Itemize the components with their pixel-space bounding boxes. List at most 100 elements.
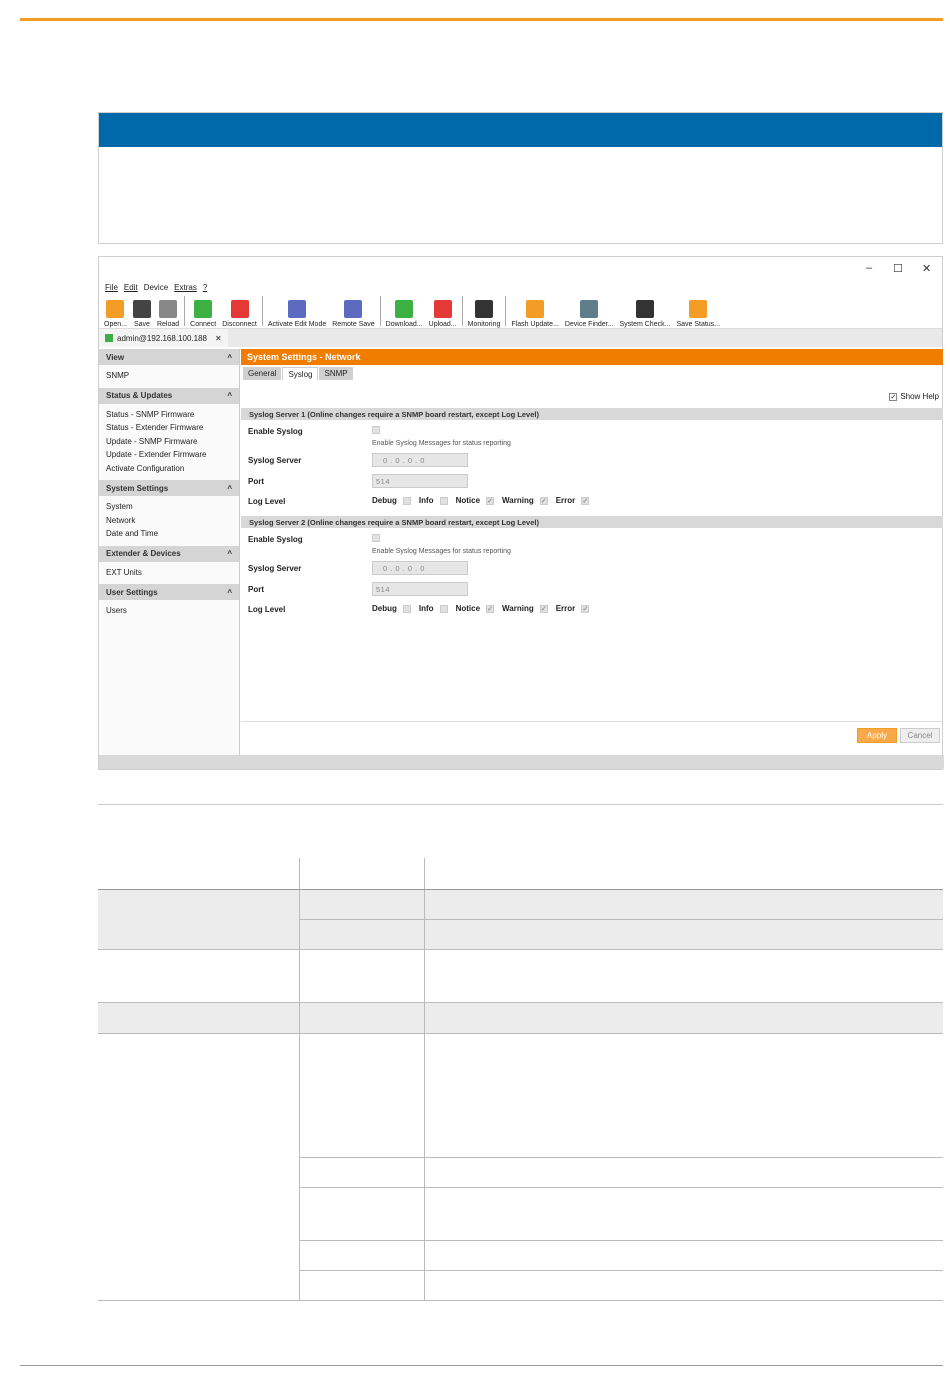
menu-device[interactable]: Device [144, 283, 168, 292]
maximize-icon[interactable]: ☐ [893, 262, 903, 275]
log-level-label: Log Level [248, 497, 286, 506]
sidebar-item[interactable]: System [106, 500, 232, 514]
log-level-warning[interactable]: Warning ✓ [502, 496, 548, 505]
log-level-option-label: Error [555, 496, 576, 505]
sidebar-section-0[interactable]: View ^ [99, 349, 239, 365]
syslog-server-input[interactable]: 0 . 0 . 0 . 0 [372, 561, 468, 575]
log-level-options: Debug Info Notice ✓ Warning ✓ Error ✓ [372, 604, 590, 613]
sidebar-item[interactable]: Update - Extender Firmware [106, 448, 232, 462]
menu-bar: File Edit Device Extras ? [99, 281, 942, 293]
sidebar-item[interactable]: Activate Configuration [106, 462, 232, 476]
chevron-up-icon[interactable]: ^ [227, 484, 232, 493]
toolbar-button-folder[interactable]: Open... [101, 294, 130, 328]
log-level-warning[interactable]: Warning ✓ [502, 604, 548, 613]
sidebar-item[interactable]: Status - Extender Firmware [106, 421, 232, 435]
menu-help[interactable]: ? [203, 283, 207, 292]
show-help-toggle[interactable]: ✓ Show Help [889, 392, 939, 401]
toolbar-button-disconnect[interactable]: Disconnect [219, 294, 260, 328]
tab-close-icon[interactable]: ✕ [215, 334, 222, 343]
menu-edit[interactable]: Edit [124, 283, 138, 292]
cancel-button[interactable]: Cancel [900, 728, 940, 743]
sidebar-item[interactable]: Date and Time [106, 527, 232, 541]
device-tab[interactable]: admin@192.168.100.188 ✕ [99, 329, 228, 347]
log-level-checkbox[interactable] [439, 496, 448, 505]
sidebar-section-4[interactable]: User Settings ^ [99, 584, 239, 600]
log-level-checkbox[interactable]: ✓ [581, 496, 590, 505]
sidebar-item[interactable]: EXT Units [106, 566, 232, 580]
chevron-up-icon[interactable]: ^ [227, 588, 232, 597]
log-level-debug[interactable]: Debug [372, 604, 411, 613]
log-level-option-label: Debug [372, 604, 397, 613]
toolbar-separator [505, 296, 507, 326]
footer-rule [20, 1365, 943, 1366]
log-level-checkbox[interactable]: ✓ [539, 604, 548, 613]
port-input[interactable]: 514 [372, 474, 468, 488]
log-level-checkbox[interactable] [402, 604, 411, 613]
log-level-checkbox[interactable] [439, 604, 448, 613]
log-level-option-label: Notice [455, 604, 481, 613]
toolbar-button-edit-mode[interactable]: Activate Edit Mode [265, 294, 329, 328]
toolbar-button-upload[interactable]: Upload... [426, 294, 460, 328]
toolbar-button-flash-update[interactable]: Flash Update... [508, 294, 561, 328]
chevron-up-icon[interactable]: ^ [227, 549, 232, 558]
divider [98, 804, 943, 805]
sidebar-section-1[interactable]: Status & Updates ^ [99, 387, 239, 404]
toolbar-button-reload[interactable]: Reload [154, 294, 182, 328]
port-input[interactable]: 514 [372, 582, 468, 596]
toolbar-separator [379, 296, 381, 326]
upload-icon [433, 300, 452, 318]
settings-tabs: General Syslog SNMP [241, 365, 943, 380]
tab-snmp[interactable]: SNMP [319, 367, 353, 380]
log-level-info[interactable]: Info [419, 496, 448, 505]
toolbar-button-system-check[interactable]: System Check... [616, 294, 673, 328]
log-level-checkbox[interactable]: ✓ [539, 496, 548, 505]
system-check-icon [635, 300, 654, 318]
toolbar-button-download[interactable]: Download... [383, 294, 426, 328]
sidebar-item[interactable]: Update - SNMP Firmware [106, 435, 232, 449]
apply-button[interactable]: Apply [857, 728, 897, 743]
log-level-option-label: Error [555, 604, 576, 613]
flash-update-icon [526, 300, 545, 318]
toolbar-label: Remote Save [332, 321, 375, 328]
log-level-checkbox[interactable]: ✓ [486, 496, 495, 505]
tab-general[interactable]: General [243, 367, 282, 380]
sidebar-item[interactable]: Users [106, 604, 232, 618]
enable-syslog-checkbox[interactable] [372, 426, 380, 434]
sidebar-item[interactable]: Network [106, 514, 232, 528]
device-tab-bar: admin@192.168.100.188 ✕ [99, 329, 942, 347]
toolbar-button-monitoring[interactable]: Monitoring [465, 294, 504, 328]
minimize-icon[interactable]: – [866, 262, 872, 274]
chevron-up-icon[interactable]: ^ [227, 353, 232, 362]
sidebar-section-title: View [106, 352, 125, 362]
log-level-checkbox[interactable]: ✓ [581, 604, 590, 613]
log-level-info[interactable]: Info [419, 604, 448, 613]
show-help-checkbox[interactable]: ✓ [889, 392, 898, 401]
log-level-error[interactable]: Error ✓ [556, 604, 590, 613]
toolbar-label: Save [133, 321, 150, 328]
sidebar-item[interactable]: SNMP [106, 369, 232, 383]
enable-syslog-checkbox[interactable] [372, 534, 380, 542]
sidebar-section-3[interactable]: Extender & Devices ^ [99, 545, 239, 562]
log-level-debug[interactable]: Debug [372, 496, 411, 505]
enable-syslog-help: Enable Syslog Messages for status report… [372, 440, 511, 447]
sidebar-item[interactable]: Status - SNMP Firmware [106, 408, 232, 422]
close-icon[interactable]: ✕ [922, 262, 931, 275]
log-level-notice[interactable]: Notice ✓ [456, 496, 495, 505]
log-level-notice[interactable]: Notice ✓ [455, 604, 495, 613]
log-level-checkbox[interactable] [402, 496, 411, 505]
toolbar-button-save-status[interactable]: Save Status... [673, 294, 723, 328]
tab-syslog[interactable]: Syslog [282, 367, 319, 380]
sidebar-section-2[interactable]: System Settings ^ [99, 480, 239, 496]
syslog-server-input[interactable]: 0 . 0 . 0 . 0 [372, 453, 468, 467]
toolbar-button-connect[interactable]: Connect [187, 294, 219, 328]
menu-extras[interactable]: Extras [174, 283, 197, 292]
log-level-option-label: Debug [372, 496, 397, 505]
toolbar-button-remote-save[interactable]: Remote Save [329, 294, 377, 328]
toolbar-button-save[interactable]: Save [130, 294, 154, 328]
toolbar-button-device-finder[interactable]: Device Finder... [562, 294, 617, 328]
log-level-checkbox[interactable]: ✓ [486, 604, 495, 613]
action-bar: Apply Cancel [241, 721, 943, 755]
chevron-up-icon[interactable]: ^ [227, 391, 232, 400]
log-level-error[interactable]: Error ✓ [556, 496, 590, 505]
menu-file[interactable]: File [105, 283, 118, 292]
